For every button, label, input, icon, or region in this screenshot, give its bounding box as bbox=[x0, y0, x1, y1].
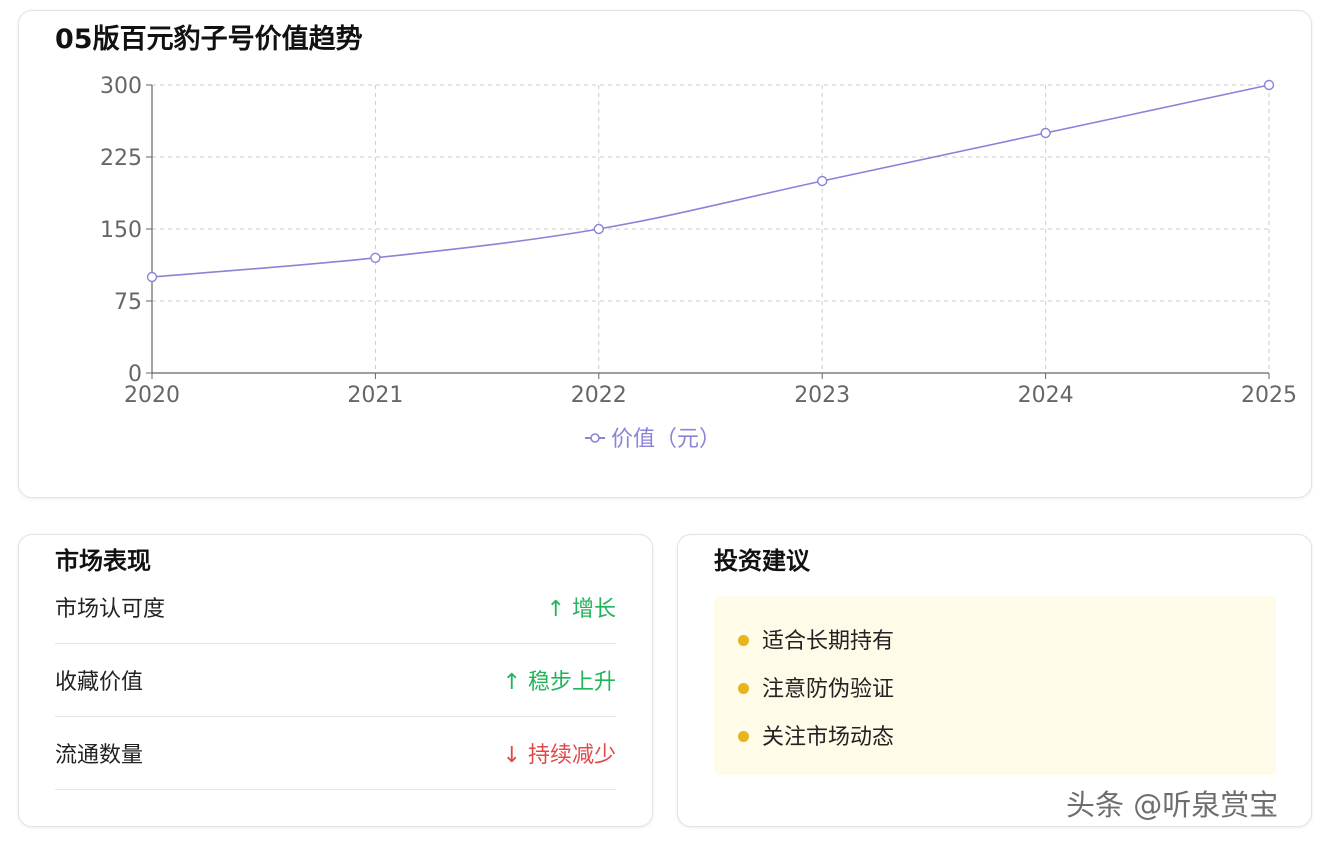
metric-label: 流通数量 bbox=[55, 743, 144, 768]
x-tick-label: 2024 bbox=[1018, 383, 1074, 408]
value-trend-chart: 0751502253002020 2021 2022 2023 2024 2025价值（元… bbox=[100, 74, 1297, 452]
advice-item: 注意防伪验证 bbox=[738, 671, 894, 703]
data-point bbox=[1263, 79, 1275, 91]
y-tick-label: 225 bbox=[100, 146, 142, 171]
bullet-icon bbox=[738, 682, 749, 694]
metric-label: 收藏价值 bbox=[55, 670, 144, 695]
advice-text: 适合长期持有 bbox=[762, 629, 895, 654]
metric-row-circulation: 流通数量 ↓ 持续减少 bbox=[55, 717, 616, 790]
chart-card: 05版百元豹子号价值趋势 0 75 150 225 300 2020 2021 2022 202… bbox=[18, 10, 1312, 498]
metric-row-collection-value: 收藏价值 ↑ 稳步上升 bbox=[55, 644, 616, 717]
market-performance-card: 市场表现 市场认可度 ↑ 增长 收藏价值 ↑ 稳步上升 流通数量 ↓ 持续减少 bbox=[18, 534, 653, 827]
x-tick-label: 2025 bbox=[1241, 383, 1297, 408]
data-point bbox=[817, 175, 828, 187]
legend-label: 价值（元） bbox=[611, 427, 721, 452]
advice-card-title: 投资建议 bbox=[714, 547, 810, 575]
x-tick-label: 2020 bbox=[124, 383, 180, 408]
data-point bbox=[1040, 127, 1051, 139]
y-tick-label: 150 bbox=[100, 218, 142, 243]
advice-text: 关注市场动态 bbox=[762, 725, 895, 750]
metric-row-recognition: 市场认可度 ↑ 增长 bbox=[55, 571, 616, 644]
advice-list: 适合长期持有 注意防伪验证 关注市场动态 bbox=[714, 596, 1276, 775]
advice-text: 注意防伪验证 bbox=[762, 677, 895, 702]
x-tick-label: 2023 bbox=[794, 383, 850, 408]
metric-value-down: ↓ 持续减少 bbox=[502, 743, 616, 768]
series-line bbox=[151, 84, 1270, 278]
bullet-icon bbox=[738, 634, 749, 646]
y-tick-label: 75 bbox=[114, 290, 142, 315]
y-tick-label: 300 bbox=[100, 74, 142, 99]
legend-marker-icon bbox=[590, 433, 600, 443]
x-tick-label: 2021 bbox=[347, 383, 403, 408]
bullet-icon bbox=[738, 730, 749, 742]
metric-value-up: ↑ 稳步上升 bbox=[502, 670, 616, 695]
data-point bbox=[370, 252, 381, 264]
data-point bbox=[593, 223, 604, 235]
watermark: 头条 @听泉赏宝 bbox=[1066, 788, 1279, 822]
metric-value-up: ↑ 增长 bbox=[546, 597, 616, 622]
advice-item: 关注市场动态 bbox=[738, 719, 894, 751]
x-tick-label: 2022 bbox=[571, 383, 627, 408]
metric-label: 市场认可度 bbox=[55, 597, 166, 622]
data-point bbox=[146, 271, 158, 283]
advice-item: 适合长期持有 bbox=[738, 623, 894, 655]
